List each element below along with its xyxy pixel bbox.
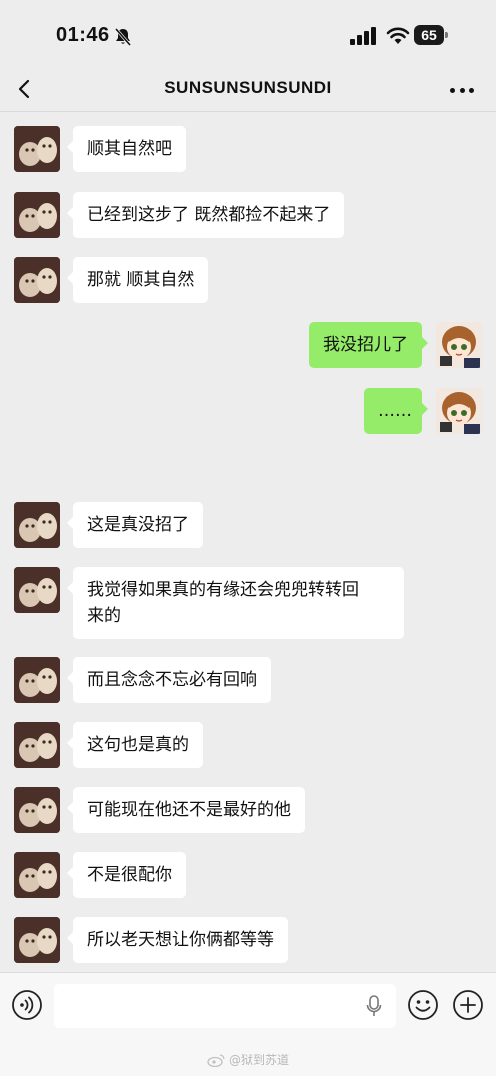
- watermark: @狱到苏道: [0, 1051, 496, 1068]
- battery-icon: 65: [414, 25, 448, 45]
- emoji-icon[interactable]: [407, 989, 439, 1021]
- nav-bar: SUNSUNSUNSUNDI: [0, 68, 496, 112]
- mic-icon[interactable]: [366, 995, 382, 1017]
- message-bubble[interactable]: 可能现在他还不是最好的他: [67, 787, 305, 833]
- anime-girl-avatar[interactable]: [436, 388, 482, 434]
- cat-photo-avatar[interactable]: [14, 257, 60, 303]
- chat-title: SUNSUNSUNSUNDI: [164, 78, 332, 97]
- message-bubble[interactable]: 已经到这步了 既然都捡不起来了: [66, 192, 345, 238]
- wifi-icon: [386, 27, 410, 44]
- message-bubble[interactable]: 顺其自然吧: [67, 126, 186, 172]
- cat-photo-avatar[interactable]: [14, 192, 60, 238]
- cat-photo-avatar[interactable]: [14, 126, 60, 172]
- message-bubble[interactable]: 那就 顺其自然: [66, 257, 209, 303]
- watermark-text: @狱到苏道: [228, 1053, 289, 1067]
- cat-photo-avatar[interactable]: [14, 502, 60, 548]
- message-bubble[interactable]: ……: [364, 388, 428, 434]
- anime-girl-avatar[interactable]: [436, 322, 482, 368]
- message-bubble[interactable]: 所以老天想让你俩都等等: [67, 917, 288, 963]
- cat-photo-avatar[interactable]: [14, 917, 60, 963]
- message-bubble[interactable]: 这是真没招了: [67, 502, 203, 548]
- cat-photo-avatar[interactable]: [14, 787, 60, 833]
- signal-icon: [350, 27, 376, 45]
- cat-photo-avatar[interactable]: [14, 567, 60, 613]
- bell-slash-icon: [114, 28, 132, 46]
- message-bubble[interactable]: 而且念念不忘必有回响: [67, 657, 271, 703]
- status-bar: 01:46 65: [0, 0, 496, 68]
- cat-photo-avatar[interactable]: [14, 722, 60, 768]
- voice-icon[interactable]: [11, 989, 43, 1021]
- input-bar: @狱到苏道: [0, 972, 496, 1076]
- battery-level: 65: [421, 27, 437, 43]
- message-bubble[interactable]: 这句也是真的: [67, 722, 203, 768]
- message-line: 我觉得如果真的有缘还会兜兜转转回: [87, 580, 359, 600]
- message-bubble[interactable]: 我觉得如果真的有缘还会兜兜转转回 来的: [67, 567, 404, 639]
- message-input[interactable]: [54, 984, 396, 1028]
- message-bubble[interactable]: 我没招儿了: [309, 322, 428, 368]
- message-line: 来的: [87, 606, 121, 626]
- cat-photo-avatar[interactable]: [14, 657, 60, 703]
- status-time: 01:46: [56, 24, 110, 46]
- cat-photo-avatar[interactable]: [14, 852, 60, 898]
- message-bubble[interactable]: 不是很配你: [67, 852, 186, 898]
- plus-icon[interactable]: [452, 989, 484, 1021]
- weibo-icon: [207, 1053, 225, 1067]
- more-dots-icon[interactable]: [450, 86, 474, 94]
